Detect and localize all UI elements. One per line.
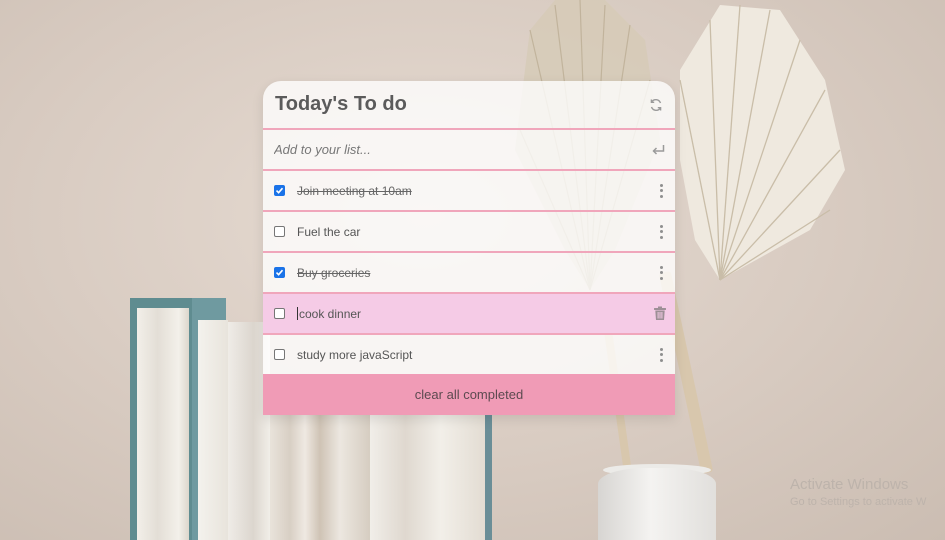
activate-windows-watermark: Activate Windows Go to Settings to activ… [790,476,926,508]
refresh-icon[interactable] [649,98,663,112]
more-options-icon[interactable] [656,183,666,199]
todo-text-editable[interactable]: cook dinner [297,306,653,321]
card-header: Today's To do [263,81,675,130]
todo-checkbox[interactable] [274,226,285,237]
page-title: Today's To do [275,93,407,115]
book [137,308,189,540]
text-caret [297,306,298,320]
todo-checkbox[interactable] [274,185,285,196]
todo-item[interactable]: Buy groceries [263,253,675,294]
todo-item[interactable]: study more javaScript [263,335,675,374]
clear-completed-button[interactable]: clear all completed [263,374,675,415]
book [270,415,370,540]
todo-card: Today's To do Join meeting at 10am Fuel … [263,81,675,415]
todo-checkbox[interactable] [274,267,285,278]
add-item-row [263,130,675,171]
book [370,415,488,540]
add-item-input[interactable] [274,142,614,157]
todo-text: Buy groceries [297,265,371,280]
enter-icon[interactable] [651,143,665,157]
more-options-icon[interactable] [656,265,666,281]
todo-item-editing[interactable]: cook dinner [263,294,675,335]
todo-checkbox[interactable] [274,308,285,319]
watermark-subtitle: Go to Settings to activate W [790,496,927,508]
more-options-icon[interactable] [656,347,666,363]
book [198,320,228,540]
book [485,415,492,540]
watermark-title: Activate Windows [790,476,909,493]
todo-item[interactable]: Join meeting at 10am [263,171,675,212]
todo-checkbox[interactable] [274,349,285,360]
vase [598,468,716,540]
todo-item[interactable]: Fuel the car [263,212,675,253]
trash-icon[interactable] [653,306,667,321]
todo-text: Join meeting at 10am [297,183,412,198]
more-options-icon[interactable] [656,224,666,240]
todo-text-value: cook dinner [299,306,362,321]
todo-text: study more javaScript [297,347,413,362]
todo-text: Fuel the car [297,224,361,239]
